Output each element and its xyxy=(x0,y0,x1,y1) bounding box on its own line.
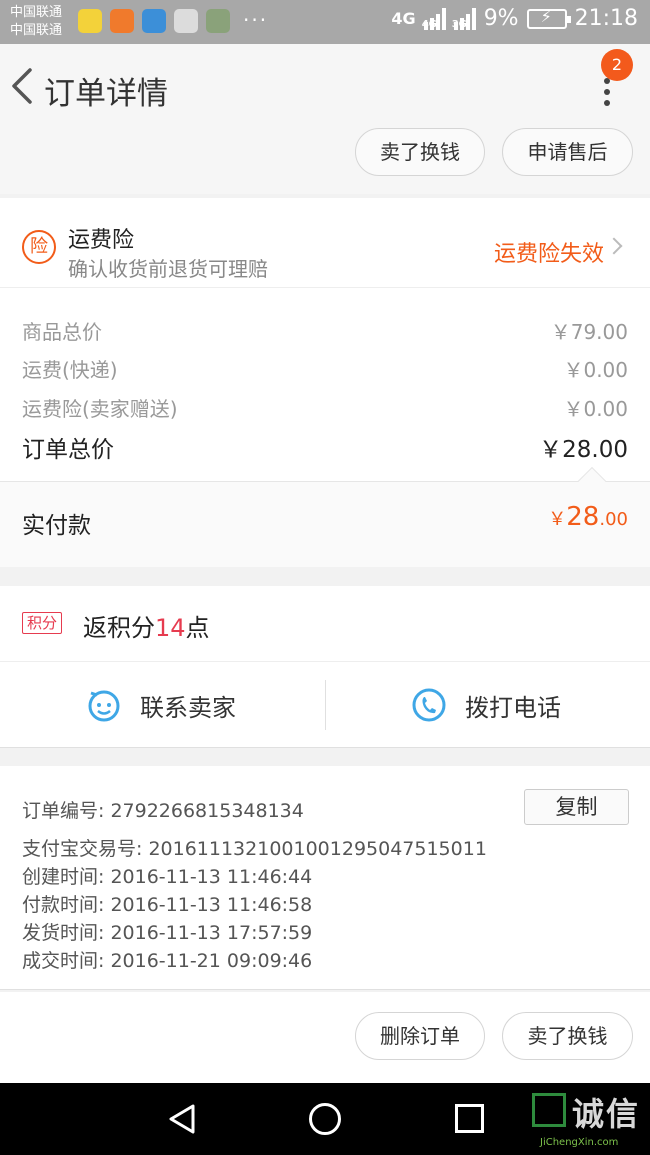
network-type-2: 4G xyxy=(421,18,437,30)
watermark-text: 诚信 xyxy=(572,1095,641,1133)
clock: 21:18 xyxy=(574,6,638,31)
price-label: 运费险(卖家赠送) xyxy=(22,397,178,421)
more-notifications-icon: ··· xyxy=(243,8,269,32)
carrier-info: 中国联通 中国联通 xyxy=(10,4,62,40)
copy-button[interactable]: 复制 xyxy=(524,789,629,825)
insurance-subtitle: 确认收货前退货可理赔 xyxy=(68,257,268,281)
notification-icons xyxy=(78,9,230,33)
order-number: 订单编号: 2792266815348134 xyxy=(22,800,304,822)
back-arrow-icon[interactable] xyxy=(8,66,38,106)
signal-icon-2: 3G xyxy=(451,7,476,30)
more-menu-icon[interactable] xyxy=(596,78,618,108)
call-phone-button[interactable]: 拨打电话 xyxy=(411,687,561,723)
divider xyxy=(325,680,326,730)
price-row: 运费险(卖家赠送) ￥0.00 xyxy=(22,393,628,422)
apply-after-sale-button[interactable]: 申请售后 xyxy=(502,128,633,176)
points-text: 返积分14点 xyxy=(83,614,210,642)
price-row: 运费(快递) ￥0.00 xyxy=(22,354,628,383)
watermark-logo-icon xyxy=(532,1093,566,1127)
watermark-url: JiChengXin.com xyxy=(540,1137,619,1148)
battery-percent: 9% xyxy=(483,6,519,31)
app-notification-icon xyxy=(78,9,102,33)
price-label: 商品总价 xyxy=(22,320,102,344)
alipay-transaction-number: 支付宝交易号: 2016111321001001295047515011 xyxy=(22,838,487,860)
points-tag: 积分 xyxy=(22,612,63,634)
insurance-title: 运费险 xyxy=(68,228,135,253)
top-action-bar: 卖了换钱 申请售后 xyxy=(0,128,650,194)
carrier-1: 中国联通 xyxy=(10,5,63,20)
photo-notification-icon xyxy=(174,9,198,33)
image-notification-icon xyxy=(206,9,230,33)
order-total-row: 订单总价 ￥28.00 xyxy=(22,430,628,464)
price-row: 商品总价 ￥79.00 xyxy=(22,316,628,345)
actual-paid-label: 实付款 xyxy=(22,513,91,539)
contact-seller-button[interactable]: 联系卖家 xyxy=(86,687,236,723)
chevron-right-icon xyxy=(605,237,623,255)
price-value: ￥79.00 xyxy=(550,320,628,344)
sell-for-cash-button[interactable]: 卖了换钱 xyxy=(355,128,485,176)
price-value: ￥0.00 xyxy=(563,358,628,382)
price-label: 运费(快递) xyxy=(22,358,118,382)
system-navigation-bar: 诚信 JiChengXin.com xyxy=(0,1083,650,1155)
price-breakdown: 商品总价 ￥79.00 运费(快递) ￥0.00 运费险(卖家赠送) ￥0.00… xyxy=(0,288,650,481)
delete-order-button[interactable]: 删除订单 xyxy=(355,1012,485,1060)
shipping-insurance-row[interactable]: 险 运费险 确认收货前退货可理赔 运费险失效 xyxy=(0,198,650,288)
page-title: 订单详情 xyxy=(44,76,168,112)
network-type-3: 3G xyxy=(451,18,467,30)
uc-browser-icon xyxy=(110,9,134,33)
status-bar: 中国联通 中国联通 ··· 4G 4G 3G 9% ⚡ 21:18 xyxy=(0,0,650,44)
call-phone-label: 拨打电话 xyxy=(465,693,561,722)
health-app-icon xyxy=(142,9,166,33)
system-status: 4G 4G 3G 9% ⚡ 21:18 xyxy=(391,6,638,31)
contact-seller-label: 联系卖家 xyxy=(140,693,236,722)
shipping-time: 发货时间: 2016-11-13 17:57:59 xyxy=(22,922,313,944)
price-value: ￥0.00 xyxy=(563,397,628,421)
created-time: 创建时间: 2016-11-13 11:46:44 xyxy=(22,866,313,888)
completion-time: 成交时间: 2016-11-21 09:09:46 xyxy=(22,950,313,972)
insurance-icon: 险 xyxy=(22,230,56,264)
app-header: 订单详情 2 xyxy=(0,44,650,130)
message-count-badge: 2 xyxy=(601,49,633,81)
carrier-2: 中国联通 xyxy=(10,23,63,38)
actual-paid-amount: ￥28.00 xyxy=(548,502,628,532)
sell-for-cash-bottom-button[interactable]: 卖了换钱 xyxy=(502,1012,633,1060)
insurance-status: 运费险失效 xyxy=(493,242,604,267)
order-total-label: 订单总价 xyxy=(22,437,114,463)
nav-back-icon[interactable] xyxy=(167,1103,197,1135)
chat-smile-icon xyxy=(88,690,120,722)
network-type-1: 4G xyxy=(391,9,416,28)
order-total-value: ￥28.00 xyxy=(539,437,628,463)
nav-home-icon[interactable] xyxy=(309,1103,341,1135)
battery-charging-icon: ⚡ xyxy=(526,7,571,29)
phone-icon xyxy=(412,688,446,722)
signal-icon-1: 4G xyxy=(421,7,446,30)
nav-recent-apps-icon[interactable] xyxy=(455,1104,484,1133)
payment-time: 付款时间: 2016-11-13 11:46:58 xyxy=(22,894,313,916)
